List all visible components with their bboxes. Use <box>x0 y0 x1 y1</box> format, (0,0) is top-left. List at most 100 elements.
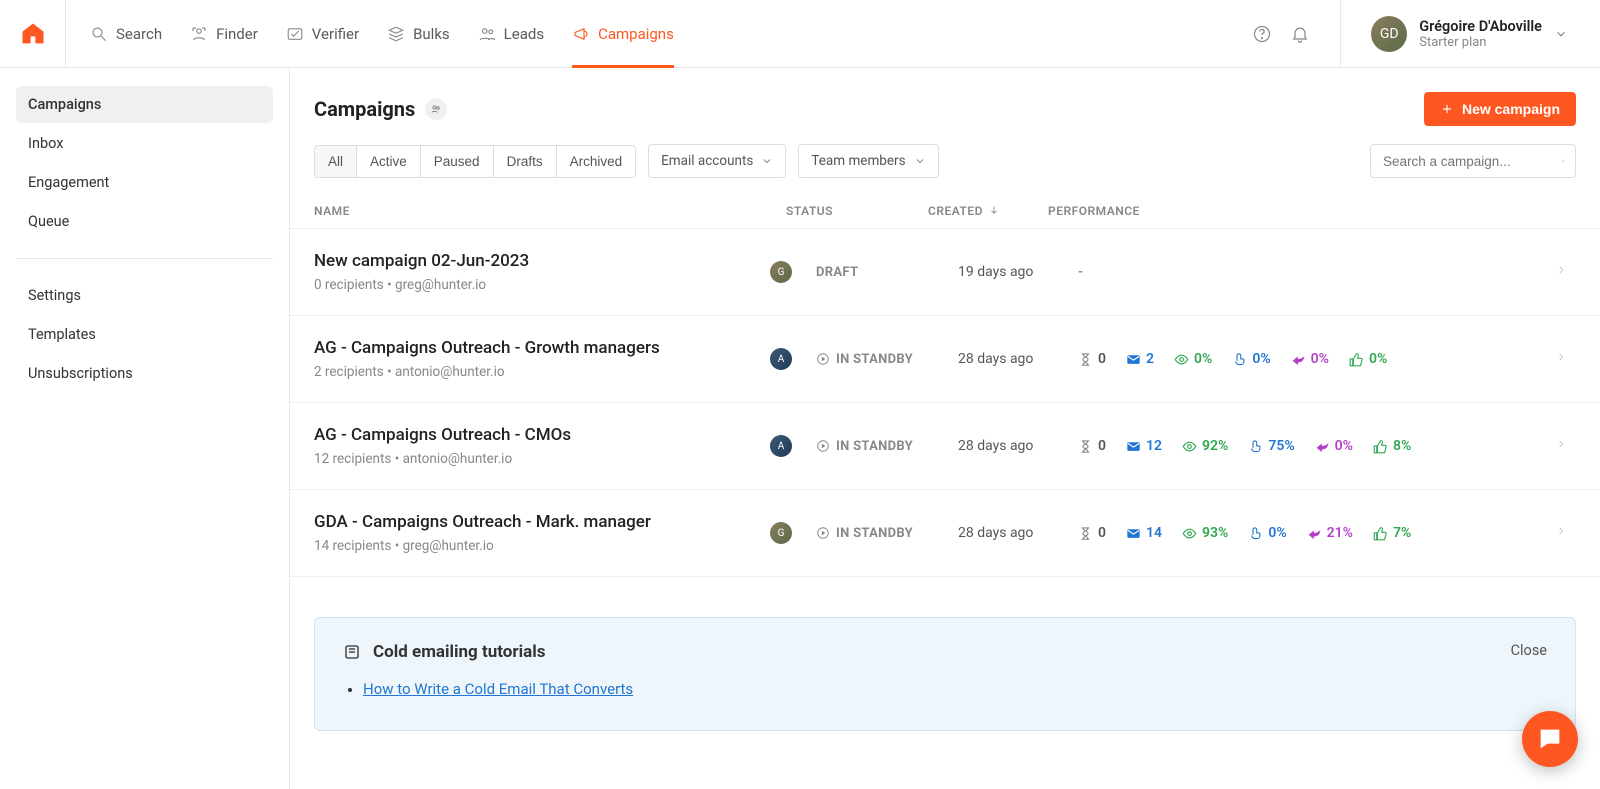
metric-sent: 2 <box>1126 351 1154 367</box>
campaign-status: IN STANDBY <box>816 352 958 367</box>
seg-drafts[interactable]: Drafts <box>494 146 557 177</box>
user-name: Grégoire D'Aboville <box>1419 18 1542 35</box>
metric-queue: 0 <box>1078 525 1106 541</box>
tutorial-link-item: How to Write a Cold Email That Converts <box>363 680 1547 698</box>
metric-click: 0% <box>1232 351 1270 367</box>
chat-fab[interactable] <box>1522 711 1578 767</box>
sidebar-item-settings[interactable]: Settings <box>16 277 273 314</box>
chevron-right-icon <box>1556 350 1576 368</box>
team-members-dropdown[interactable]: Team members <box>798 144 938 178</box>
campaign-title: AG - Campaigns Outreach - Growth manager… <box>314 338 770 358</box>
owner-avatar: A <box>770 435 792 457</box>
divider <box>1340 0 1341 68</box>
table-header: NAME STATUS CREATED PERFORMANCE <box>290 196 1600 228</box>
col-name: NAME <box>314 204 786 218</box>
metric-queue: 0 <box>1078 351 1106 367</box>
logo[interactable] <box>0 0 66 68</box>
divider <box>16 258 273 259</box>
seg-all[interactable]: All <box>315 146 357 177</box>
campaign-subtitle: 12 recipients • antonio@hunter.io <box>314 451 770 467</box>
avatar: GD <box>1371 16 1407 52</box>
owner-avatar: A <box>770 348 792 370</box>
col-status: STATUS <box>786 204 928 218</box>
topbar: Search Finder Verifier Bulks Leads Campa… <box>0 0 1600 68</box>
seg-paused[interactable]: Paused <box>421 146 494 177</box>
new-campaign-button[interactable]: New campaign <box>1424 92 1576 126</box>
nav-label: Campaigns <box>598 25 674 43</box>
tutorials-panel: Cold emailing tutorials Close How to Wri… <box>314 617 1576 731</box>
nav-label: Search <box>116 25 162 43</box>
sidebar-item-queue[interactable]: Queue <box>16 203 273 240</box>
chevron-right-icon <box>1556 263 1576 281</box>
table-row[interactable]: AG - Campaigns Outreach - Growth manager… <box>290 315 1600 402</box>
campaign-subtitle: 14 recipients • greg@hunter.io <box>314 538 770 554</box>
metric-sent: 12 <box>1126 438 1162 454</box>
book-icon <box>343 643 361 661</box>
sort-desc-icon <box>989 204 999 218</box>
campaign-performance: 0 2 0% 0% 0% 0% <box>1078 351 1556 367</box>
metric-click: 0% <box>1248 525 1286 541</box>
campaign-title: New campaign 02-Jun-2023 <box>314 251 770 271</box>
topbar-right: GD Grégoire D'Aboville Starter plan <box>1252 0 1576 68</box>
dd-label: Team members <box>811 153 905 169</box>
chevron-down-icon <box>1554 27 1568 41</box>
status-filter-segment: All Active Paused Drafts Archived <box>314 145 636 178</box>
nav-verifier[interactable]: Verifier <box>286 0 359 68</box>
nav-finder[interactable]: Finder <box>190 0 258 68</box>
sidebar-item-inbox[interactable]: Inbox <box>16 125 273 162</box>
col-created[interactable]: CREATED <box>928 204 1048 218</box>
user-menu[interactable]: GD Grégoire D'Aboville Starter plan <box>1363 16 1576 52</box>
metric-positive: 0% <box>1349 351 1387 367</box>
campaign-status: DRAFT <box>816 265 958 280</box>
search-input[interactable] <box>1381 153 1562 170</box>
metric-reply: 0% <box>1291 351 1329 367</box>
standby-icon <box>816 526 830 540</box>
standby-icon <box>816 352 830 366</box>
standby-icon <box>816 439 830 453</box>
tutorials-close[interactable]: Close <box>1511 642 1547 659</box>
table-row[interactable]: GDA - Campaigns Outreach - Mark. manager… <box>290 489 1600 577</box>
main-nav: Search Finder Verifier Bulks Leads Campa… <box>90 0 674 68</box>
owner-avatar: G <box>770 261 792 283</box>
help-icon[interactable] <box>1252 24 1272 44</box>
nav-leads[interactable]: Leads <box>478 0 544 68</box>
campaign-subtitle: 0 recipients • greg@hunter.io <box>314 277 770 293</box>
filters: All Active Paused Drafts Archived Email … <box>290 144 1600 196</box>
nav-campaigns[interactable]: Campaigns <box>572 0 674 68</box>
campaign-performance: 01292%75%0%8% <box>1078 438 1556 454</box>
sidebar-item-templates[interactable]: Templates <box>16 316 273 353</box>
metric-open: 0% <box>1174 351 1212 367</box>
table-row[interactable]: AG - Campaigns Outreach - CMOs12 recipie… <box>290 402 1600 489</box>
nav-label: Verifier <box>312 25 359 43</box>
search-box[interactable] <box>1370 144 1576 178</box>
nav-label: Finder <box>216 25 258 43</box>
sidebar-item-engagement[interactable]: Engagement <box>16 164 273 201</box>
table-row[interactable]: New campaign 02-Jun-2023 0 recipients • g… <box>290 228 1600 315</box>
team-badge-icon[interactable] <box>425 98 447 120</box>
col-perf: PERFORMANCE <box>1048 204 1576 218</box>
bell-icon[interactable] <box>1290 24 1310 44</box>
seg-archived[interactable]: Archived <box>557 146 636 177</box>
nav-bulks[interactable]: Bulks <box>387 0 450 68</box>
email-accounts-dropdown[interactable]: Email accounts <box>648 144 786 178</box>
seg-active[interactable]: Active <box>357 146 421 177</box>
sidebar-item-unsubscriptions[interactable]: Unsubscriptions <box>16 355 273 392</box>
nav-label: Leads <box>504 25 544 43</box>
dd-label: Email accounts <box>661 153 753 169</box>
campaign-status: IN STANDBY <box>816 439 958 454</box>
button-label: New campaign <box>1462 101 1560 117</box>
campaign-performance: - <box>1078 264 1556 280</box>
sidebar: Campaigns Inbox Engagement Queue Setting… <box>0 68 290 789</box>
metric-positive: 8% <box>1373 438 1411 454</box>
campaign-title: GDA - Campaigns Outreach - Mark. manager <box>314 512 770 532</box>
campaign-subtitle: 2 recipients • antonio@hunter.io <box>314 364 770 380</box>
page-title: Campaigns <box>314 97 415 121</box>
metric-positive: 7% <box>1373 525 1411 541</box>
metric-queue: 0 <box>1078 438 1106 454</box>
chevron-right-icon <box>1556 524 1576 542</box>
sidebar-item-campaigns[interactable]: Campaigns <box>16 86 273 123</box>
tutorial-link[interactable]: How to Write a Cold Email That Converts <box>363 680 633 698</box>
nav-search[interactable]: Search <box>90 0 162 68</box>
metric-open: 93% <box>1182 525 1228 541</box>
metric-reply: 21% <box>1307 525 1353 541</box>
